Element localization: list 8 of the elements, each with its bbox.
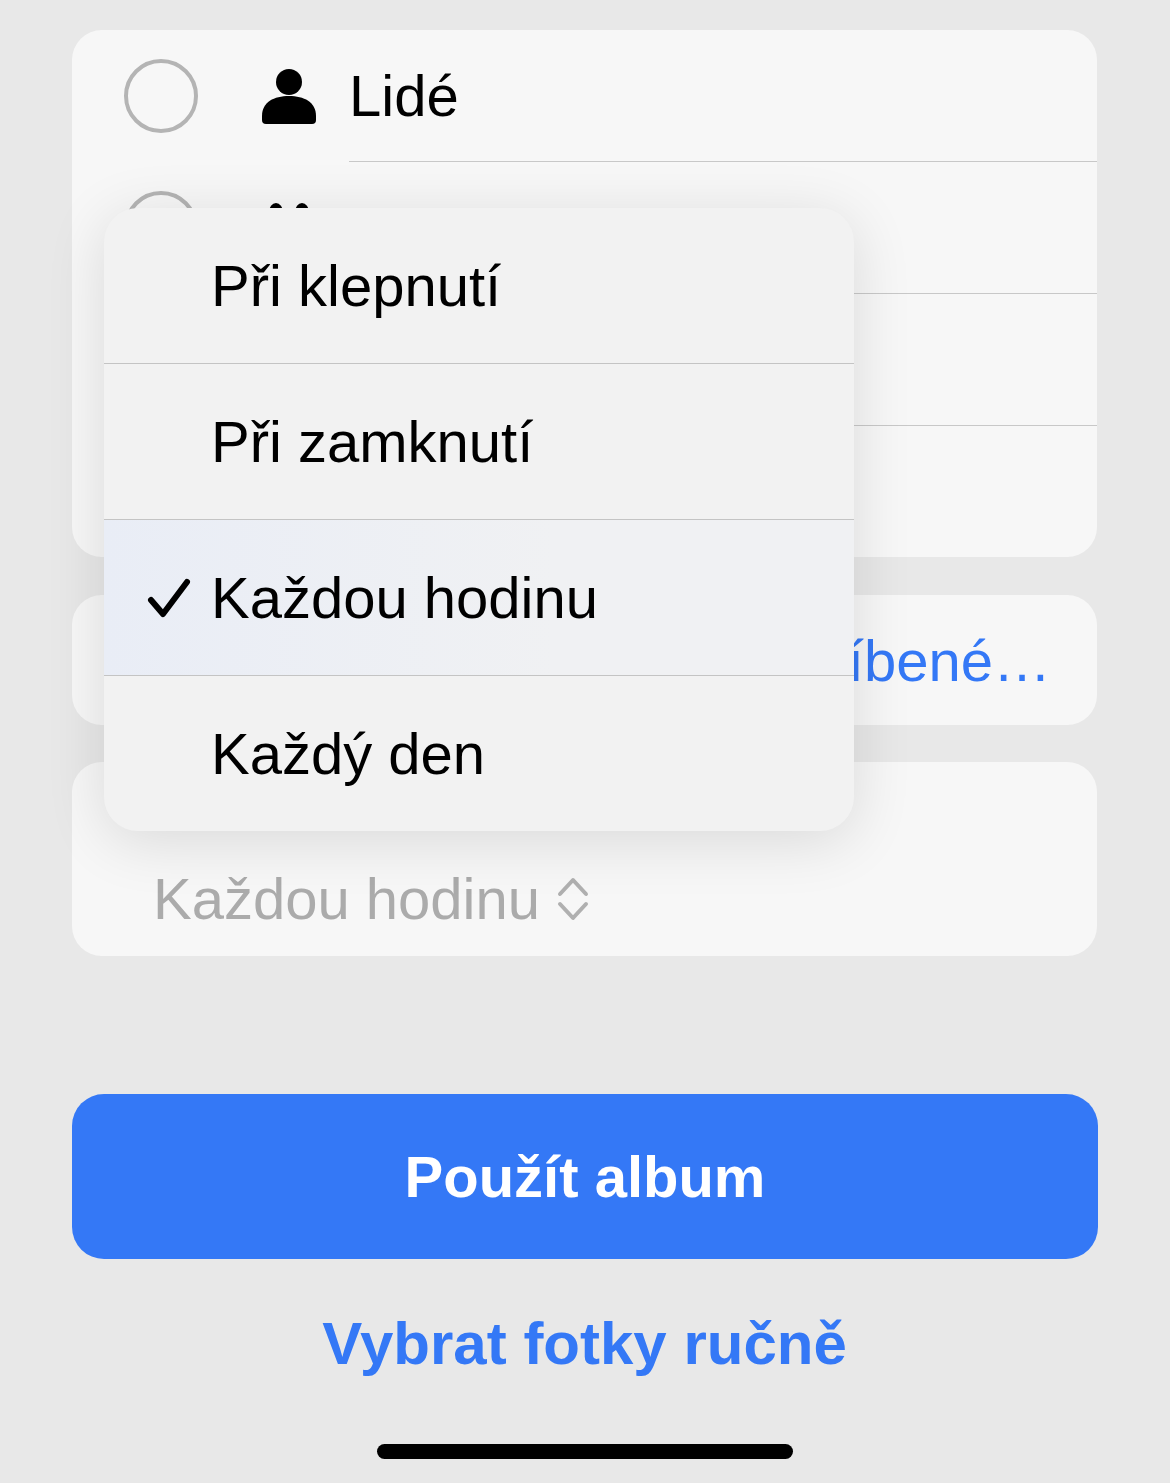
menu-item[interactable]: Při klepnutí (104, 208, 854, 364)
menu-item[interactable]: Každý den (104, 676, 854, 831)
use-album-button[interactable]: Použít album (72, 1094, 1098, 1259)
checkmark-icon (147, 577, 191, 618)
person-icon (262, 68, 316, 124)
radio-button[interactable] (124, 59, 198, 133)
menu-item[interactable]: Každou hodinu (104, 520, 854, 676)
option-label: Lidé (349, 62, 459, 129)
